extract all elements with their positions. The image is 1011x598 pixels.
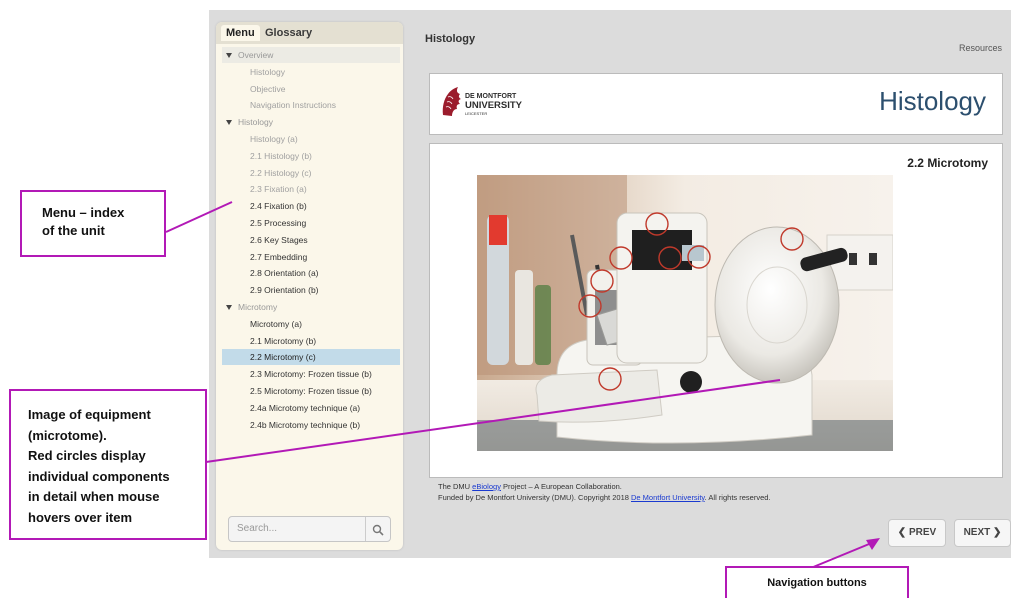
annotation-text: individual components — [28, 468, 170, 484]
menu-item-label: 2.9 Orientation (b) — [250, 285, 319, 296]
sidebar: Menu Glossary Overview Histology Objective… — [216, 22, 403, 550]
banner-title: Histology — [879, 86, 986, 116]
menu-item[interactable]: 2.6 Key Stages — [222, 232, 400, 248]
content-panel: 2.2 Microtomy — [429, 143, 1003, 478]
menu-item[interactable]: 2.3 Microtomy: Frozen tissue (b) — [222, 366, 400, 382]
menu-item-label: Objective — [250, 83, 286, 94]
menu-item-label: 2.4b Microtomy technique (b) — [250, 419, 361, 430]
menu-item-label: 2.3 Microtomy: Frozen tissue (b) — [250, 369, 372, 380]
menu-item[interactable]: 2.4a Microtomy technique (a) — [222, 400, 400, 416]
microtome-illustration — [477, 175, 893, 451]
resources-link[interactable]: Resources — [959, 43, 1002, 53]
annotation-text: hovers over item — [28, 509, 133, 525]
caret-down-icon[interactable] — [226, 53, 232, 59]
menu-item-label: 2.5 Microtomy: Frozen tissue (b) — [250, 386, 372, 396]
menu-item[interactable]: 2.5 Microtomy: Frozen tissue (b) — [222, 383, 400, 399]
menu-item[interactable]: 2.9 Orientation (b) — [222, 282, 400, 298]
next-button[interactable]: NEXT ❯ — [954, 519, 1011, 547]
sidebar-tabs: Menu Glossary — [216, 22, 403, 44]
prev-label: PREV — [908, 527, 937, 538]
caret-down-icon[interactable] — [226, 305, 232, 311]
menu-item-label: 2.4 Fixation (b) — [250, 201, 307, 212]
menu-item-label: 2.8 Orientation (a) — [250, 268, 319, 279]
ebiology-link[interactable]: eBiology — [472, 482, 501, 491]
search-icon[interactable] — [365, 517, 390, 541]
chevron-left-icon: ❮ — [897, 527, 907, 538]
menu-item[interactable]: 2.5 Processing — [222, 215, 400, 231]
menu-item[interactable]: 2.1 Histology (b) — [222, 148, 400, 164]
menu-item-label: 2.3 Fixation (a) — [250, 184, 307, 195]
menu-section[interactable]: Overview — [222, 47, 400, 63]
footer-text: The DMU — [438, 482, 473, 491]
menu-item[interactable]: 2.2 Histology (c) — [222, 165, 400, 181]
menu-item-label: 2.7 Embedding — [250, 251, 308, 262]
search-input[interactable]: Search... — [237, 523, 277, 534]
menu-item[interactable]: 2.8 Orientation (a) — [222, 265, 400, 281]
menu-item[interactable]: Histology — [222, 64, 400, 80]
annotation-text: Red circles display — [28, 448, 146, 463]
menu-item-label: Navigation Instructions — [250, 100, 336, 111]
tab-glossary[interactable]: Glossary — [260, 25, 317, 41]
next-label: NEXT — [963, 527, 991, 538]
menu-item[interactable]: Objective — [222, 81, 400, 97]
menu-item-label: Histology — [250, 66, 285, 77]
annotation-text: Image of equipment — [28, 407, 151, 422]
menu-section[interactable]: Histology — [222, 114, 400, 130]
dmu-link[interactable]: De Montfort University — [631, 493, 705, 502]
chevron-right-icon: ❯ — [993, 527, 1002, 538]
menu-item[interactable]: 2.1 Microtomy (b) — [222, 333, 400, 349]
menu-item-label: Microtomy (a) — [250, 318, 302, 329]
menu-item-label: 2.4a Microtomy technique (a) — [250, 402, 361, 413]
course-banner: DE MONTFORT UNIVERSITY LEICESTER Histolo… — [429, 73, 1003, 135]
footer-line-2: Funded by De Montfort University (DMU). … — [438, 492, 771, 503]
menu-item[interactable]: 2.4 Fixation (b) — [222, 198, 400, 214]
menu-item-label: Overview — [238, 50, 274, 60]
search-box[interactable]: Search... — [228, 516, 391, 542]
dmu-logo: DE MONTFORT UNIVERSITY LEICESTER — [440, 85, 522, 124]
nav-annotation: Navigation buttons — [725, 566, 909, 598]
annotation-text: of the unit — [42, 223, 105, 238]
menu-item-label: 2.2 Microtomy (c) — [250, 352, 316, 363]
page-title: Histology — [425, 33, 476, 45]
image-annotation: Image of equipment (microtome). Red circ… — [9, 389, 207, 540]
menu-section[interactable]: Microtomy — [222, 299, 400, 315]
menu-item[interactable]: 2.3 Fixation (a) — [222, 181, 400, 197]
footer-text: Funded by De Montfort University (DMU). … — [438, 493, 631, 502]
annotation-text: in detail when mouse — [28, 489, 160, 504]
menu-item[interactable]: 2.7 Embedding — [222, 249, 400, 265]
menu-item-label: 2.1 Histology (b) — [250, 150, 312, 161]
menu-item-label: 2.6 Key Stages — [250, 234, 308, 245]
menu-item-label: Microtomy — [238, 302, 278, 312]
page-footer: The DMU eBiology Project – A European Co… — [438, 481, 771, 503]
menu-item[interactable]: 2.2 Microtomy (c) — [222, 349, 400, 366]
footer-line-1: The DMU eBiology Project – A European Co… — [438, 481, 771, 492]
menu-item-label: 2.1 Microtomy (b) — [250, 335, 317, 346]
prev-button[interactable]: ❮ PREV — [888, 519, 946, 547]
logo-line-2: UNIVERSITY — [465, 100, 523, 111]
menu-item[interactable]: Histology (a) — [222, 131, 400, 147]
menu-annotation: Menu – index of the unit — [20, 190, 166, 257]
menu-item-label: 2.2 Histology (c) — [250, 167, 312, 178]
footer-text: . All rights reserved. — [704, 493, 771, 502]
menu-item[interactable]: Microtomy (a) — [222, 316, 400, 332]
footer-text: Project – A European Collaboration. — [500, 482, 622, 491]
menu-item-label: 2.5 Processing — [250, 218, 307, 228]
annotation-text: Menu – index — [42, 205, 125, 220]
caret-down-icon[interactable] — [226, 120, 232, 126]
annotation-text: (microtome). — [28, 427, 107, 443]
logo-line-1: DE MONTFORT — [465, 93, 517, 100]
menu-item[interactable]: Navigation Instructions — [222, 97, 400, 113]
menu-item-label: Histology (a) — [250, 134, 298, 144]
lion-crest-icon — [442, 87, 461, 116]
annotation-text: Navigation buttons — [767, 577, 867, 589]
microtome-image — [477, 175, 893, 451]
logo-line-3: LEICESTER — [465, 111, 488, 116]
menu-item[interactable]: 2.4b Microtomy technique (b) — [222, 417, 400, 433]
section-title: 2.2 Microtomy — [907, 156, 988, 170]
menu-item-label: Histology — [238, 117, 273, 128]
tab-menu[interactable]: Menu — [221, 25, 260, 41]
